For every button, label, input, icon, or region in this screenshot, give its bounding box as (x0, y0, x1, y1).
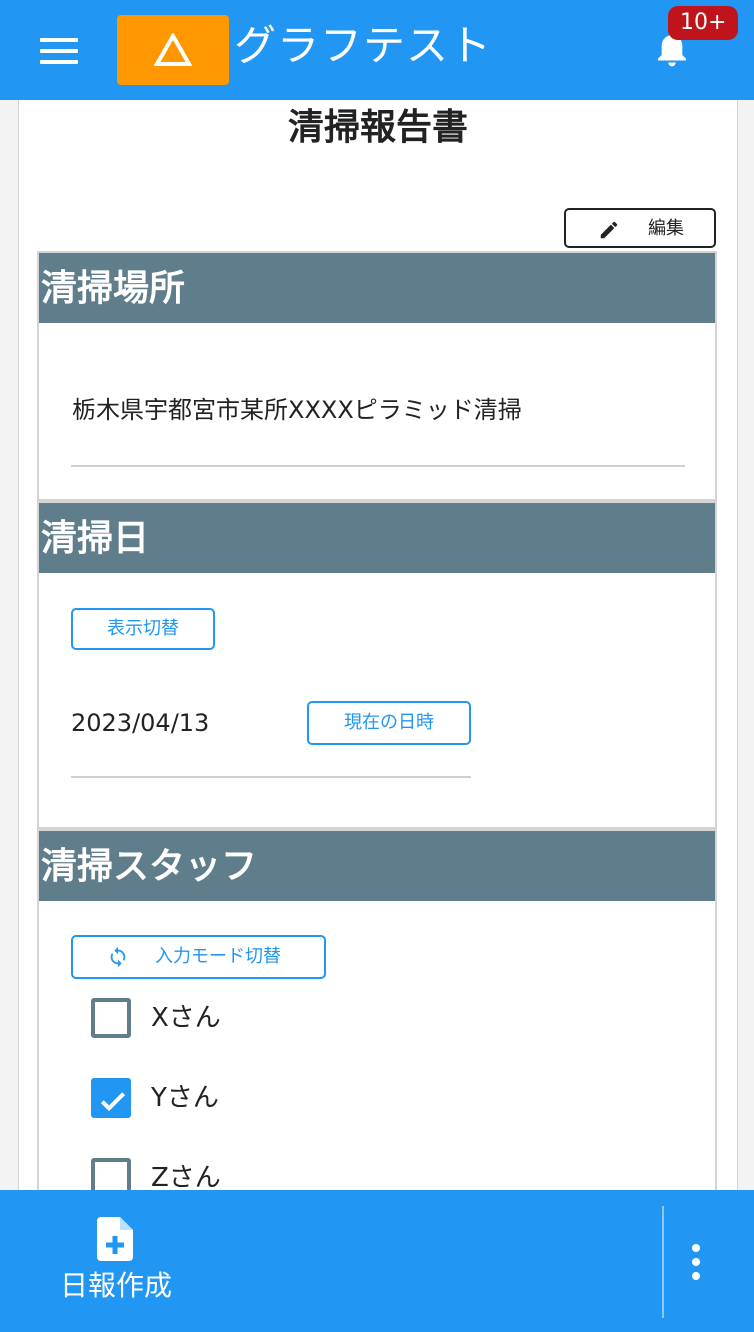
more-vertical-icon[interactable] (690, 1244, 702, 1284)
section-heading-date: 清掃日 (39, 503, 715, 573)
staff-checkbox-unchecked[interactable] (91, 998, 131, 1038)
page-title: 清掃報告書 (287, 107, 468, 148)
bottom-bar-divider (662, 1206, 664, 1318)
section-cleaning-place: 清掃場所 栃木県宇都宮市某所XXXXピラミッド清掃 (37, 251, 717, 501)
file-plus-icon (97, 1217, 133, 1261)
staff-checkbox-checked[interactable] (91, 1078, 131, 1118)
section-cleaning-staff: 清掃スタッフ 入力モード切替 Xさん Yさん Zさん (37, 829, 717, 1192)
staff-name: Xさん (151, 1003, 221, 1033)
sync-icon (110, 946, 126, 968)
bottom-action-bar: 日報作成 (0, 1190, 754, 1332)
edit-button-label: 編集 (648, 218, 684, 239)
staff-name: Zさん (151, 1163, 221, 1192)
top-app-bar: グラフテスト 10+ (0, 0, 754, 100)
cleaning-place-value[interactable]: 栃木県宇都宮市某所XXXXピラミッド清掃 (72, 393, 522, 427)
staff-checkbox-unchecked[interactable] (91, 1158, 131, 1192)
app-logo[interactable] (117, 15, 229, 85)
triangle-icon (154, 33, 192, 66)
section-cleaning-date: 清掃日 表示切替 2023/04/13 現在の日時 (37, 501, 717, 829)
current-datetime-button[interactable]: 現在の日時 (307, 701, 471, 745)
cleaning-date-value[interactable]: 2023/04/13 (71, 706, 209, 740)
notification-badge: 10+ (668, 6, 739, 40)
hamburger-menu-icon[interactable] (40, 38, 78, 64)
section-heading-staff: 清掃スタッフ (39, 831, 715, 901)
section-heading-place: 清掃場所 (39, 253, 715, 323)
report-page: 清掃報告書 編集 清掃場所 栃木県宇都宮市某所XXXXピラミッド清掃 清掃日 表… (18, 100, 738, 1192)
place-underline (71, 465, 685, 467)
staff-name: Yさん (151, 1083, 219, 1113)
input-mode-toggle-label: 入力モード切替 (155, 946, 281, 967)
pencil-icon (600, 221, 618, 239)
display-toggle-button[interactable]: 表示切替 (71, 608, 215, 650)
create-report-button[interactable]: 日報作成 (40, 1200, 200, 1322)
checkmark-icon (100, 1092, 126, 1112)
edit-button[interactable]: 編集 (564, 208, 716, 248)
date-underline (71, 776, 471, 778)
input-mode-toggle-button[interactable]: 入力モード切替 (71, 935, 326, 979)
create-report-label: 日報作成 (60, 1269, 173, 1302)
app-title: グラフテスト (234, 21, 493, 70)
